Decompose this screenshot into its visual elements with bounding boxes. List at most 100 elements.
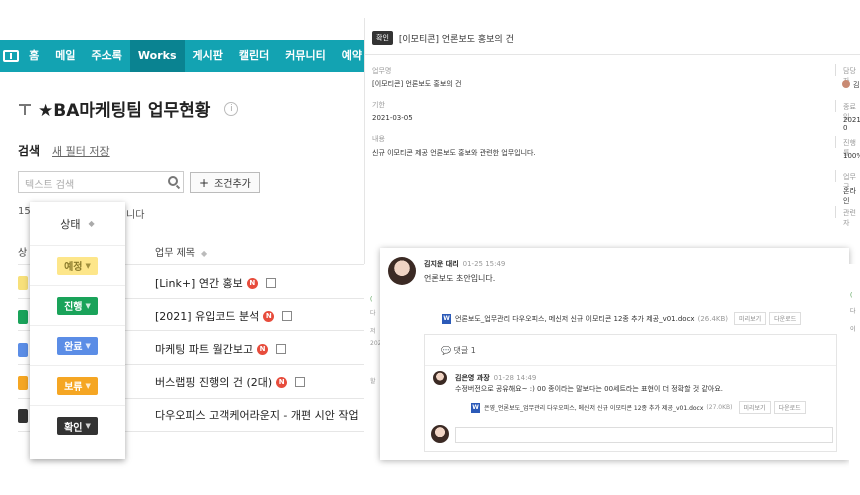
status-badge[interactable]: 완료 ▼ bbox=[57, 336, 98, 355]
app-logo-icon[interactable] bbox=[0, 40, 21, 72]
status-badge[interactable]: 확인 ▼ bbox=[57, 417, 98, 435]
status-dropdown-header[interactable]: 상태 ◆ bbox=[30, 202, 125, 246]
pin-icon[interactable] bbox=[18, 102, 32, 116]
status-option-in-progress[interactable]: 진행 ▼ bbox=[30, 286, 125, 326]
page-title: ★BA마케팅팀 업무현황 i bbox=[18, 96, 239, 121]
table-row[interactable]: 마케팅 파트 월간보고 N bbox=[155, 339, 287, 359]
divider bbox=[425, 365, 836, 366]
status-dropdown: 상태 ◆ 예정 ▼ 진행 ▼ 완료 ▼ 보류 ▼ 확인 ▼ bbox=[30, 202, 125, 459]
reply-input[interactable] bbox=[455, 427, 833, 443]
preview-button[interactable]: 미리보기 bbox=[738, 401, 771, 414]
reply-text: 수정버전으로 공유해요~ :) 00 종이라는 말보다는 00세트라는 표현이 … bbox=[455, 385, 723, 393]
download-button[interactable]: 다운로드 bbox=[773, 401, 806, 414]
divider bbox=[835, 170, 836, 182]
chevron-down-icon: ▼ bbox=[85, 341, 91, 350]
search-icon[interactable] bbox=[168, 176, 178, 186]
attachment-size: (26.4KB) bbox=[697, 314, 729, 323]
divider bbox=[835, 100, 836, 112]
status-badge[interactable]: 보류 ▼ bbox=[57, 376, 98, 395]
status-dropdown-title: 상태 bbox=[60, 217, 81, 231]
status-option-hold[interactable]: 보류 ▼ bbox=[30, 366, 125, 406]
column-status-header[interactable]: 상 bbox=[18, 244, 27, 259]
attachment-size: (27.0KB) bbox=[706, 404, 733, 411]
search-placeholder: 텍스트 검색 bbox=[25, 180, 75, 191]
strip-text: 이 bbox=[850, 326, 856, 333]
sort-icon: ◆ bbox=[200, 249, 208, 258]
strip-text: ( bbox=[850, 292, 853, 299]
memo-icon[interactable] bbox=[265, 278, 276, 288]
search-input[interactable]: 텍스트 검색 bbox=[18, 171, 184, 193]
avatar bbox=[433, 371, 447, 385]
status-badge[interactable]: 확인 bbox=[372, 31, 393, 45]
task-detail-title: [이모티콘] 언론보도 홍보의 건 bbox=[398, 34, 514, 45]
save-filter-link[interactable]: 새 필터 저장 bbox=[52, 143, 110, 159]
attachment-name[interactable]: 언론보도_업무관리 다우오피스, 메신저 신규 이모티콘 12종 추가 제공_v… bbox=[455, 314, 695, 324]
strip-text: 다 bbox=[850, 308, 856, 315]
field-value: 2021-03-05 bbox=[372, 114, 413, 122]
status-badge-label: 완료 bbox=[64, 342, 83, 353]
field-label: 내용 bbox=[372, 135, 385, 143]
status-chip[interactable] bbox=[18, 310, 28, 324]
status-chip[interactable] bbox=[18, 409, 28, 423]
reply-count[interactable]: 💬 댓글 1 bbox=[441, 345, 476, 356]
status-chip[interactable] bbox=[18, 276, 28, 290]
status-badge-label: 예정 bbox=[64, 262, 83, 273]
comment-panel: 김지운 대리 01-25 15:49 언론보도 초안입니다. W 언론보도_업무관… bbox=[380, 248, 849, 460]
task-title[interactable]: 버스랩핑 진행의 건 (2대) bbox=[155, 374, 272, 390]
column-title-header[interactable]: 업무 제목 ◆ bbox=[155, 244, 207, 259]
info-icon[interactable]: i bbox=[224, 101, 239, 116]
add-condition-label: 조건추가 bbox=[214, 179, 251, 190]
task-detail-panel: 확인 [이모티콘] 언론보도 홍보의 건 업무명 [이모티콘] 언론보도 홍보의… bbox=[364, 18, 860, 264]
status-chip[interactable] bbox=[18, 376, 28, 390]
table-row[interactable]: [2021] 유입코드 분석 N bbox=[155, 306, 293, 326]
memo-icon[interactable] bbox=[282, 311, 293, 321]
nav-contacts[interactable]: 주소록 bbox=[84, 40, 130, 72]
divider bbox=[365, 54, 860, 55]
status-option-confirm[interactable]: 확인 ▼ bbox=[30, 406, 125, 446]
status-option-planned[interactable]: 예정 ▼ bbox=[30, 246, 125, 286]
memo-icon[interactable] bbox=[276, 344, 287, 354]
table-row[interactable]: 버스랩핑 진행의 건 (2대) N bbox=[155, 372, 306, 392]
strip-text: 저 bbox=[370, 328, 376, 335]
preview-button[interactable]: 미리보기 bbox=[734, 312, 767, 325]
new-badge: N bbox=[276, 376, 288, 388]
page-title-text: ★BA마케팅팀 업무현황 bbox=[38, 101, 211, 121]
status-chip[interactable] bbox=[18, 343, 28, 357]
side-field-label: 관련자 bbox=[843, 209, 856, 227]
nav-board[interactable]: 게시판 bbox=[185, 40, 231, 72]
memo-icon[interactable] bbox=[295, 377, 306, 387]
task-title[interactable]: 다우오피스 고객케어라운지 - 개편 시안 작업 bbox=[155, 407, 359, 423]
left-panel: 홈 메일 주소록 Works 게시판 캘린더 커뮤니티 예약 ★BA마케팅팀 업… bbox=[0, 0, 370, 495]
nav-home[interactable]: 홈 bbox=[21, 40, 47, 72]
download-button[interactable]: 다운로드 bbox=[769, 312, 802, 325]
table-row[interactable]: [Link+] 연간 홍보 N bbox=[155, 273, 276, 293]
reply-author-name: 김은영 과장 bbox=[455, 374, 490, 382]
add-condition-button[interactable]: + 조건추가 bbox=[190, 172, 260, 193]
status-badge[interactable]: 진행 ▼ bbox=[57, 296, 98, 315]
chevron-down-icon: ▼ bbox=[85, 301, 91, 310]
comment-icon: 💬 bbox=[441, 346, 451, 355]
chevron-down-icon: ▼ bbox=[85, 381, 91, 390]
result-count: 15 bbox=[18, 206, 31, 217]
strip-text: 할 bbox=[370, 378, 376, 385]
side-field-value: 김 bbox=[853, 81, 860, 89]
task-title[interactable]: [Link+] 연간 홍보 bbox=[155, 275, 243, 291]
reply-time: 01-28 14:49 bbox=[493, 374, 537, 382]
divider bbox=[835, 206, 836, 218]
reply-count-label: 댓글 1 bbox=[453, 346, 476, 355]
status-option-done[interactable]: 완료 ▼ bbox=[30, 326, 125, 366]
status-badge-label: 보류 bbox=[64, 382, 83, 393]
avatar bbox=[388, 257, 416, 285]
attachment: W 언론보도_업무관리 다우오피스, 메신저 신규 이모티콘 12종 추가 제공… bbox=[442, 312, 802, 325]
attachment-name[interactable]: 은영_언론보도_업무관리 다우오피스, 메신저 신규 이모티콘 12종 추가 제… bbox=[484, 403, 703, 412]
chevron-down-icon: ▼ bbox=[85, 261, 91, 270]
nav-calendar[interactable]: 캘린더 bbox=[231, 40, 277, 72]
status-badge[interactable]: 예정 ▼ bbox=[57, 256, 98, 275]
task-title[interactable]: 마케팅 파트 월간보고 bbox=[155, 341, 253, 357]
task-title[interactable]: [2021] 유입코드 분석 bbox=[155, 308, 259, 324]
nav-works[interactable]: Works bbox=[129, 40, 185, 72]
nav-community[interactable]: 커뮤니티 bbox=[277, 40, 333, 72]
table-row[interactable]: 다우오피스 고객케어라운지 - 개편 시안 작업 bbox=[155, 405, 359, 425]
comment-author: 김지운 대리 01-25 15:49 bbox=[424, 259, 505, 269]
nav-mail[interactable]: 메일 bbox=[47, 40, 83, 72]
